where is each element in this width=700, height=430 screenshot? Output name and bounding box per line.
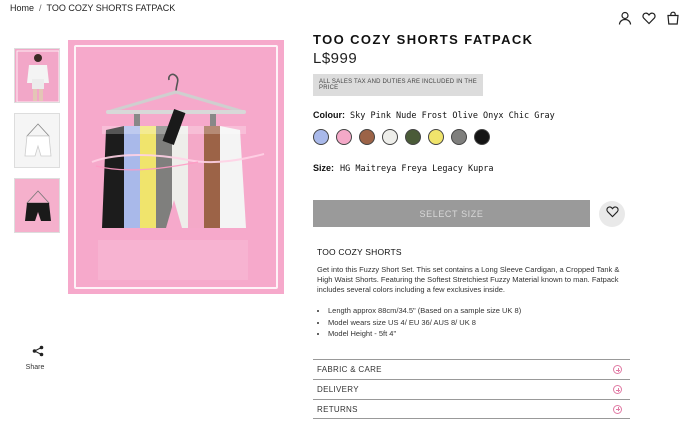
accordion-returns[interactable]: RETURNS [313,399,630,419]
swatch-gray[interactable] [451,129,467,145]
accordion-label: RETURNS [317,404,358,414]
plus-icon [613,365,622,374]
share-label: Share [25,364,45,371]
wishlist-button[interactable] [599,201,625,227]
product-description: TOO COZY SHORTS Get into this Fuzzy Shor… [317,247,627,340]
accordion-fabric-care[interactable]: FABRIC & CARE [313,359,630,379]
breadcrumb-current: TOO COZY SHORTS FATPACK [46,3,176,13]
outfit-thumbnail[interactable] [14,48,60,103]
heart-icon[interactable] [642,11,656,25]
breadcrumb-home-link[interactable]: Home [10,3,34,13]
swatch-sky[interactable] [313,129,329,145]
heart-icon [605,205,619,223]
swatch-chic[interactable] [428,129,444,145]
description-body: Get into this Fuzzy Short Set. This set … [317,265,620,294]
list-item: Model Height - 5ft 4" [328,328,627,340]
header-icons [618,11,680,25]
tax-note: ALL SALES TAX AND DUTIES ARE INCLUDED IN… [313,74,483,96]
share-icon [32,344,44,361]
swatch-pink[interactable] [336,129,352,145]
list-item: Length approx 88cm/34.5" (Based on a sam… [328,305,627,317]
breadcrumb: Home / TOO COZY SHORTS FATPACK [10,3,175,13]
colour-row: Colour: Sky Pink Nude Frost Olive Onyx C… [313,110,631,121]
colour-swatches [313,129,631,145]
bag-icon[interactable] [666,11,680,25]
plus-icon [613,385,622,394]
description-heading: TOO COZY SHORTS [317,247,402,257]
product-info: TOO COZY SHORTS FATPACK L$999 ALL SALES … [313,32,631,174]
white-shorts-thumbnail[interactable] [14,113,60,168]
product-price: L$999 [313,50,358,67]
thumbnail-list [14,48,60,233]
black-shorts-thumbnail[interactable] [14,178,60,233]
size-row: Size: HG Maitreya Freya Legacy Kupra [313,163,631,174]
swatch-olive[interactable] [405,129,421,145]
accordion-delivery[interactable]: DELIVERY [313,379,630,399]
size-options-text: HG Maitreya Freya Legacy Kupra [340,164,494,174]
description-bullets: Length approx 88cm/34.5" (Based on a sam… [317,305,627,340]
shorts-fatpack-image [68,40,284,294]
swatch-nude[interactable] [359,129,375,145]
select-size-button[interactable]: SELECT SIZE [313,200,590,227]
colour-options-text: Sky Pink Nude Frost Olive Onyx Chic Gray [350,111,555,121]
colour-label: Colour: [313,110,345,120]
product-title: TOO COZY SHORTS FATPACK [313,32,534,47]
swatch-frost[interactable] [382,129,398,145]
breadcrumb-separator: / [39,3,42,13]
accordion-label: FABRIC & CARE [317,365,382,374]
swatch-onyx[interactable] [474,129,490,145]
plus-icon [613,404,622,414]
list-item: Model wears size US 4/ EU 36/ AUS 8/ UK … [328,317,627,329]
accordion-label: DELIVERY [317,385,359,394]
user-icon[interactable] [618,11,632,25]
share-button[interactable]: Share [26,344,48,371]
size-label: Size: [313,163,335,173]
